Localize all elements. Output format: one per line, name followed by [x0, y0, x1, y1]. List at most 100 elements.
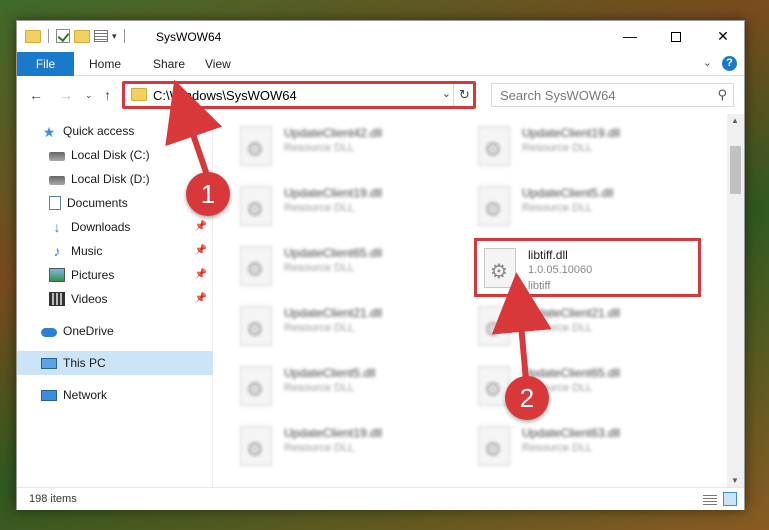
sidebar-item-label: Videos — [71, 292, 108, 306]
search-input[interactable]: Search SysWOW64 ⚲ — [491, 83, 734, 107]
new-folder-icon[interactable] — [74, 29, 90, 43]
sidebar-item-network[interactable]: Network — [17, 383, 213, 407]
ribbon-tabs: File Home Share View ⌄ ? — [17, 52, 744, 76]
file-list: UpdateClient42.dll Resource DLL UpdateCl… — [214, 114, 727, 487]
sidebar-item-pictures[interactable]: Pictures 📌 — [17, 263, 213, 287]
navigation-bar: ← → ⌄ ↑ C:\Windows\SysWOW64 ⌄ ↻ Search S… — [17, 76, 744, 114]
properties-check-icon[interactable] — [56, 29, 70, 43]
explorer-window: ▾ SysWOW64 — ✕ File Home Share View ⌄ ? … — [16, 20, 745, 510]
forward-button[interactable]: → — [59, 87, 73, 103]
dll-file-icon — [240, 186, 272, 226]
pin-icon[interactable]: 📌 — [195, 269, 207, 280]
tab-view[interactable]: View — [205, 52, 231, 76]
scroll-up-icon[interactable]: ▲ — [731, 116, 739, 125]
music-icon: ♪ — [53, 243, 61, 259]
file-item[interactable]: UpdateClient21.dll Resource DLL — [234, 300, 454, 354]
folder-icon — [25, 29, 41, 43]
tab-file[interactable]: File — [17, 52, 74, 76]
star-icon: ★ — [42, 124, 56, 140]
window-title: SysWOW64 — [156, 30, 222, 44]
back-button[interactable]: ← — [29, 87, 43, 103]
toolbar-separator — [48, 29, 49, 43]
vertical-scrollbar[interactable]: ▲ ▼ — [727, 114, 744, 487]
large-icons-view-icon[interactable] — [723, 492, 737, 506]
sidebar-item-label: Downloads — [71, 220, 131, 234]
pin-icon[interactable]: 📌 — [195, 221, 207, 232]
dll-file-icon — [478, 126, 510, 166]
file-type: Resource DLL — [284, 322, 355, 334]
sidebar-item-label: Network — [63, 388, 108, 402]
file-type: Resource DLL — [522, 442, 593, 454]
sidebar-item-onedrive[interactable]: OneDrive — [17, 319, 213, 343]
file-item[interactable]: UpdateClient21.dll Resource DLL — [472, 300, 692, 354]
minimize-button[interactable]: — — [607, 21, 653, 52]
sidebar-item-label: This PC — [63, 356, 106, 370]
file-item-libtiff[interactable]: libtiff.dll 1.0.05.10060 libtiff — [478, 242, 698, 296]
sidebar-item-documents[interactable]: Documents 📌 — [17, 191, 213, 215]
dll-file-icon — [240, 306, 272, 346]
file-type: Resource DLL — [284, 262, 355, 274]
sidebar-item-label: Local Disk (C:) — [71, 148, 150, 162]
dll-file-icon — [478, 426, 510, 466]
up-button[interactable]: ↑ — [104, 87, 111, 103]
rename-icon[interactable] — [94, 30, 108, 42]
sidebar-item-label: OneDrive — [63, 324, 114, 338]
sidebar-item-downloads[interactable]: ↓ Downloads 📌 — [17, 215, 213, 239]
address-path[interactable]: C:\Windows\SysWOW64 — [153, 88, 297, 103]
file-item[interactable]: UpdateClient65.dll Resource DLL — [234, 240, 454, 294]
tab-share[interactable]: Share — [153, 52, 185, 76]
videos-icon — [49, 292, 65, 306]
file-type: Resource DLL — [522, 142, 593, 154]
sidebar-item-videos[interactable]: Videos 📌 — [17, 287, 213, 311]
sidebar-item-local-disk-c[interactable]: Local Disk (C:) — [17, 143, 213, 167]
search-placeholder: Search SysWOW64 — [500, 88, 616, 103]
customize-toolbar-icon[interactable]: ▾ — [112, 31, 117, 42]
file-item[interactable]: UpdateClient63.dll Resource DLL — [472, 420, 692, 474]
sidebar-item-music[interactable]: ♪ Music 📌 — [17, 239, 213, 263]
maximize-button[interactable] — [653, 21, 699, 52]
pin-icon[interactable]: 📌 — [195, 293, 207, 304]
details-view-icon[interactable] — [703, 493, 717, 505]
file-type: Resource DLL — [522, 202, 593, 214]
toolbar-separator — [123, 29, 125, 43]
file-type: Resource DLL — [284, 382, 355, 394]
pin-icon[interactable]: 📌 — [195, 245, 207, 256]
refresh-button[interactable]: ↻ — [453, 84, 475, 106]
step-2-badge: 2 — [505, 376, 549, 420]
dll-file-icon — [478, 306, 510, 346]
pictures-icon — [49, 268, 65, 282]
sidebar-item-local-disk-d[interactable]: Local Disk (D:) — [17, 167, 213, 191]
file-item[interactable]: UpdateClient19.dll Resource DLL — [234, 420, 454, 474]
step-1-badge: 1 — [186, 172, 230, 216]
file-item[interactable]: UpdateClient42.dll Resource DLL — [234, 120, 454, 174]
scroll-down-icon[interactable]: ▼ — [731, 476, 739, 485]
scrollbar-thumb[interactable] — [730, 146, 741, 194]
file-item[interactable]: UpdateClient65.dll Resource DLL — [472, 360, 692, 414]
maximize-icon — [671, 32, 681, 43]
address-bar[interactable]: C:\Windows\SysWOW64 ⌄ ↻ — [124, 83, 476, 107]
file-type: Resource DLL — [284, 202, 355, 214]
file-item[interactable]: UpdateClient5.dll Resource DLL — [472, 180, 692, 234]
dll-file-icon — [484, 248, 516, 288]
folder-icon — [131, 88, 147, 101]
file-item[interactable]: UpdateClient19.dll Resource DLL — [472, 120, 692, 174]
file-item[interactable]: UpdateClient5.dll Resource DLL — [234, 360, 454, 414]
document-icon — [49, 196, 61, 210]
navigation-pane: ★ Quick access Local Disk (C:) Local Dis… — [17, 114, 213, 487]
sidebar-item-label: Documents — [67, 196, 128, 210]
sidebar-item-this-pc[interactable]: This PC — [17, 351, 213, 375]
address-dropdown-icon[interactable]: ⌄ — [442, 87, 451, 100]
quick-access-toolbar: ▾ — [25, 29, 128, 43]
recent-locations-button[interactable]: ⌄ — [85, 90, 93, 101]
help-icon[interactable]: ? — [722, 56, 737, 71]
file-item[interactable]: UpdateClient19.dll Resource DLL — [234, 180, 454, 234]
dll-file-icon — [240, 366, 272, 406]
file-name: UpdateClient65.dll — [284, 246, 383, 260]
file-version: 1.0.05.10060 — [528, 264, 593, 276]
expand-ribbon-icon[interactable]: ⌄ — [703, 56, 712, 69]
cloud-icon — [41, 328, 57, 337]
tab-home[interactable]: Home — [89, 52, 121, 76]
sidebar-item-quick-access[interactable]: ★ Quick access — [17, 119, 213, 143]
sidebar-item-label: Quick access — [63, 124, 135, 138]
close-button[interactable]: ✕ — [700, 21, 746, 52]
